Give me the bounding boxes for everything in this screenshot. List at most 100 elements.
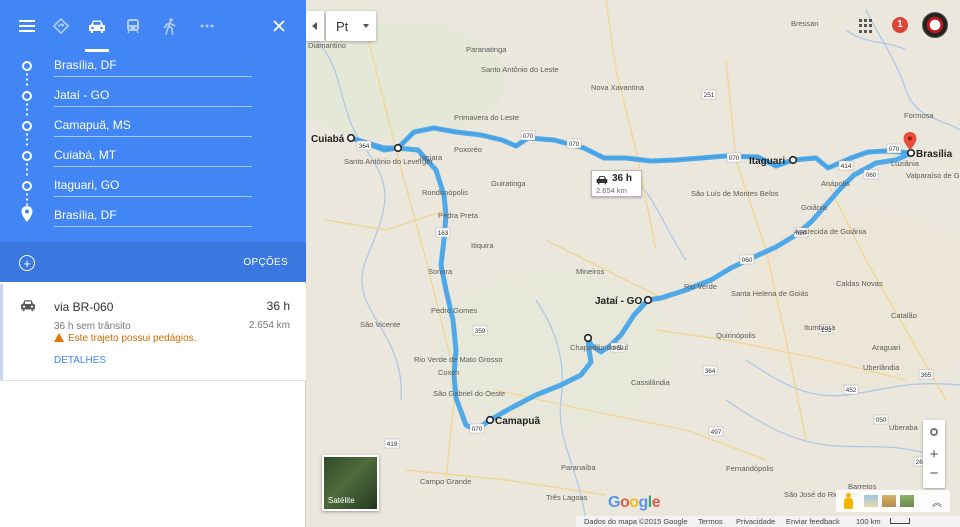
chevron-left-icon [312, 22, 317, 30]
terms-link[interactable]: Termos [698, 517, 723, 526]
svg-text:452: 452 [846, 387, 857, 394]
satellite-label: Satélite [328, 496, 355, 505]
divider [0, 380, 306, 381]
waypoint-input[interactable]: Brasília, DF [54, 203, 252, 227]
svg-text:Formosa: Formosa [904, 111, 934, 120]
expand-icon[interactable]: ︽ [932, 494, 942, 509]
my-location-icon[interactable] [923, 422, 945, 442]
satellite-toggle[interactable]: Satélite [322, 455, 379, 511]
svg-text:Pedro Gomes: Pedro Gomes [431, 306, 478, 315]
waypoint-circle-icon [22, 151, 32, 161]
waypoint-circle-icon [22, 61, 32, 71]
svg-text:Fernandópolis: Fernandópolis [726, 464, 774, 473]
svg-text:Uberlândia: Uberlândia [863, 363, 900, 372]
svg-text:Araguari: Araguari [872, 343, 901, 352]
toll-warning-text: Este trajeto possui pedágios. [68, 333, 197, 344]
apps-grid-icon[interactable] [859, 19, 873, 33]
waypoint-destination[interactable]: Brasília, DF [0, 203, 306, 233]
svg-text:Diamantino: Diamantino [308, 41, 346, 50]
feedback-link[interactable]: Enviar feedback [786, 517, 840, 526]
map-canvas[interactable]: 364 070 070 070 070 060 060 060 163 359 … [306, 0, 960, 527]
directions-header: Brasília, DF Jataí - GO Camapuã, MS Cuia… [0, 0, 306, 282]
options-button[interactable]: OPÇÕES [243, 257, 288, 268]
imagery-thumbnail[interactable] [864, 495, 878, 507]
waypoint-5[interactable]: Itaguari, GO [0, 173, 306, 203]
scale-bar [890, 518, 910, 524]
waypoint-marker-cuiaba[interactable] [346, 133, 356, 143]
svg-text:São Gabriel do Oeste: São Gabriel do Oeste [433, 389, 505, 398]
waypoint-input[interactable]: Camapuã, MS [54, 113, 252, 137]
transit-icon[interactable] [121, 14, 145, 38]
more-icon[interactable] [195, 14, 219, 38]
svg-text:Rio Verde: Rio Verde [684, 282, 717, 291]
waypoint-circle-icon [22, 91, 32, 101]
waypoint-marker-camapua[interactable] [485, 415, 495, 425]
route-box-time: 36 h [612, 173, 633, 184]
svg-text:Catalão: Catalão [891, 311, 917, 320]
waypoint-input[interactable]: Brasília, DF [54, 53, 252, 77]
imagery-thumbnail[interactable] [882, 495, 896, 507]
car-icon [21, 300, 35, 312]
travel-mode-bar [0, 0, 306, 52]
scale-label: 100 km [856, 517, 881, 526]
zoom-control: + − [923, 420, 945, 488]
svg-text:070: 070 [889, 146, 900, 153]
waypoint-input[interactable]: Itaguari, GO [54, 173, 252, 197]
svg-text:Poxoréo: Poxoréo [454, 145, 482, 154]
avatar[interactable] [922, 12, 948, 38]
walk-icon[interactable] [158, 14, 182, 38]
zoom-out-button[interactable]: − [923, 465, 945, 485]
waypoint-marker-jaciara[interactable] [393, 143, 403, 153]
svg-text:Primavera do Leste: Primavera do Leste [454, 113, 519, 122]
close-icon[interactable] [267, 14, 291, 38]
svg-text:365: 365 [921, 372, 932, 379]
directions-best-icon[interactable] [49, 14, 73, 38]
svg-text:050: 050 [876, 417, 887, 424]
svg-text:Valparaíso de Goiás: Valparaíso de Goiás [906, 171, 960, 180]
options-bar: + OPÇÕES [0, 242, 306, 282]
waypoint-marker-jatai[interactable] [643, 295, 653, 305]
waypoint-marker-brasilia[interactable] [906, 148, 916, 158]
city-label-cuiaba: Cuiabá [311, 134, 345, 145]
pegman-icon[interactable] [844, 493, 853, 509]
waypoint-input[interactable]: Jataí - GO [54, 83, 252, 107]
svg-text:251: 251 [704, 92, 715, 99]
collapse-panel-button[interactable] [306, 11, 324, 41]
car-icon[interactable] [85, 14, 109, 38]
language-select[interactable]: Pt [326, 11, 376, 41]
city-label-brasilia: Brasília [916, 149, 953, 160]
plus-circle-icon[interactable]: + [19, 255, 35, 271]
waypoint-marker-itaguari[interactable] [788, 155, 798, 165]
zoom-in-button[interactable]: + [923, 445, 945, 465]
waypoint-origin[interactable]: Brasília, DF [0, 53, 306, 83]
svg-text:Anápolis: Anápolis [821, 179, 850, 188]
svg-text:Uberaba: Uberaba [889, 423, 919, 432]
waypoint-input[interactable]: Cuiabá, MT [54, 143, 252, 167]
menu-icon[interactable] [15, 14, 39, 38]
toll-warning: Este trajeto possui pedágios. [54, 333, 196, 344]
svg-text:419: 419 [387, 441, 398, 448]
svg-text:070: 070 [523, 133, 534, 140]
warning-icon [54, 333, 64, 342]
svg-text:Itiquira: Itiquira [471, 241, 494, 250]
route-name: via BR-060 [54, 300, 114, 314]
map-layer: 364 070 070 070 070 060 060 060 163 359 … [306, 0, 960, 527]
svg-text:359: 359 [475, 328, 486, 335]
route-option-card[interactable]: via BR-060 36 h 36 h sem trânsito 2.654 … [0, 284, 306, 380]
svg-text:Rondonópolis: Rondonópolis [422, 188, 468, 197]
svg-text:Nova Xavantina: Nova Xavantina [591, 83, 645, 92]
waypoint-marker-chapadao[interactable] [583, 333, 593, 343]
imagery-thumbnail[interactable] [900, 495, 914, 507]
waypoint-3[interactable]: Camapuã, MS [0, 113, 306, 143]
waypoint-4[interactable]: Cuiabá, MT [0, 143, 306, 173]
svg-text:364: 364 [705, 368, 716, 375]
city-label-camapua: Camapuã [495, 416, 540, 427]
selected-mode-indicator [85, 49, 109, 52]
details-link[interactable]: DETALHES [54, 355, 106, 366]
svg-text:São Vicente: São Vicente [360, 320, 400, 329]
privacy-link[interactable]: Privacidade [736, 517, 775, 526]
notification-badge[interactable]: 1 [892, 17, 908, 33]
language-select-value: Pt [336, 19, 349, 34]
route-duration-box[interactable]: 36 h 2.654 km [591, 170, 642, 197]
waypoint-2[interactable]: Jataí - GO [0, 83, 306, 113]
